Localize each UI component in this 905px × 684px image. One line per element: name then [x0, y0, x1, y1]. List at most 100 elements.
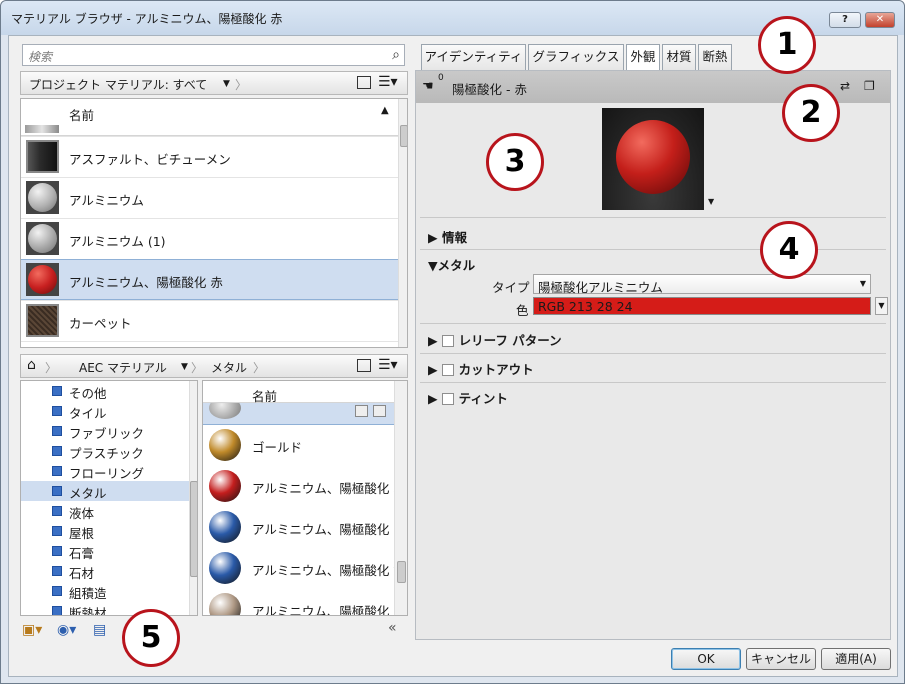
- color-label: 色: [516, 303, 529, 318]
- sort-ascending-icon[interactable]: ▲: [381, 105, 389, 116]
- aluminum-thumb: [26, 222, 59, 255]
- edit-icon[interactable]: [373, 405, 386, 417]
- list-item[interactable]: アルミニウム、陽極酸化 青: [203, 507, 406, 548]
- panel-view-icon[interactable]: [357, 359, 371, 372]
- cutout-checkbox[interactable]: [441, 364, 454, 376]
- category-icon: [52, 406, 62, 416]
- close-button[interactable]: ✕: [865, 12, 895, 28]
- scroll-thumb[interactable]: [400, 125, 407, 147]
- list-item-partial[interactable]: [21, 341, 398, 347]
- list-item[interactable]: アルミニウム、陽極酸化 赤: [21, 259, 398, 300]
- section-metal-header[interactable]: ▼メタル: [428, 255, 475, 274]
- section-relief-header[interactable]: ▶ レリーフ パターン: [428, 330, 562, 349]
- list-item[interactable]: アルミニウム、陽極酸化 銀: [203, 548, 406, 589]
- category-icon: [52, 606, 62, 615]
- tree-item[interactable]: ファブリック: [21, 421, 189, 441]
- tab-0[interactable]: アイデンティティ: [421, 44, 526, 70]
- callout-1: 1: [758, 16, 816, 74]
- chevron-down-icon[interactable]: ▼: [181, 362, 188, 372]
- material-list-scrollbar[interactable]: [394, 381, 407, 615]
- dialog-client-area: 検索 ⌕ プロジェクト マテリアル: すべて ▼ 〉 ☰▾ 名前 ▲ アスファル…: [8, 16, 898, 677]
- type-value: 陽極酸化アルミニウム: [538, 280, 663, 295]
- list-view-icon[interactable]: ☰▾: [378, 74, 398, 90]
- list-item[interactable]: アルミニウム、陽極酸化 フ: [203, 589, 406, 615]
- tree-item-label: 組積造: [69, 586, 107, 601]
- relief-checkbox[interactable]: [441, 335, 454, 347]
- list-item[interactable]: アルミニウム (1): [21, 218, 398, 259]
- list-item-label: アルミニウム、陽極酸化 青: [252, 522, 406, 537]
- replace-asset-icon[interactable]: ⇄: [840, 79, 850, 93]
- tree-item[interactable]: タイル: [21, 401, 189, 421]
- help-button[interactable]: ?: [829, 12, 861, 28]
- duplicate-asset-icon[interactable]: ❐: [864, 79, 875, 93]
- category-icon: [52, 426, 62, 436]
- cancel-button[interactable]: キャンセル: [746, 648, 816, 670]
- section-tint-header[interactable]: ▶ ティント: [428, 388, 508, 407]
- list-item[interactable]: ゴールド: [203, 425, 394, 466]
- home-icon[interactable]: ⌂: [27, 357, 36, 373]
- red-sphere-thumb: [26, 263, 59, 296]
- tree-item[interactable]: メタル: [21, 481, 189, 501]
- library-breadcrumb-metal[interactable]: メタル: [211, 359, 247, 376]
- chevron-down-icon: ▼: [859, 279, 866, 288]
- create-material-icon[interactable]: ◉▾: [57, 622, 76, 638]
- tree-item[interactable]: 石膏: [21, 541, 189, 561]
- tab-1[interactable]: グラフィックス: [528, 44, 624, 70]
- tab-2[interactable]: 外観: [626, 44, 660, 71]
- list-item[interactable]: カーペット: [21, 300, 398, 341]
- tree-item-label: フローリング: [69, 466, 145, 481]
- material-thumb: [209, 429, 241, 461]
- list-item[interactable]: アルミニウム: [21, 177, 398, 218]
- color-options-dropdown[interactable]: ▼: [875, 297, 888, 315]
- tree-item[interactable]: その他: [21, 381, 189, 401]
- library-breadcrumb-aec[interactable]: AEC マテリアル: [79, 359, 167, 376]
- tree-item-label: 断熱材: [69, 606, 107, 616]
- list-item-partial[interactable]: [203, 397, 394, 425]
- preview-options-dropdown-icon[interactable]: ▼: [708, 197, 714, 206]
- partial-thumb: [25, 125, 59, 133]
- tree-item-label: 石材: [69, 566, 95, 581]
- open-library-icon[interactable]: ▣▾: [22, 622, 42, 638]
- search-input[interactable]: 検索 ⌕: [22, 44, 405, 66]
- tree-scrollbar[interactable]: [189, 381, 197, 615]
- asset-usage-count: 0: [438, 73, 444, 83]
- tree-item[interactable]: プラスチック: [21, 441, 189, 461]
- chevron-down-icon[interactable]: ▼: [223, 79, 230, 89]
- expand-arrow-icon: ▶: [428, 230, 442, 245]
- scroll-thumb[interactable]: [397, 561, 406, 583]
- asphalt-thumb-shape: [28, 142, 57, 171]
- breadcrumb-separator-icon: 〉: [235, 78, 248, 92]
- color-swatch-field[interactable]: RGB 213 28 24: [533, 297, 871, 315]
- list-item[interactable]: アルミニウム、陽極酸化 赤: [203, 466, 406, 507]
- list-item[interactable]: アスファルト、ビチューメン: [21, 136, 398, 177]
- collapse-panel-icon[interactable]: «: [388, 620, 397, 636]
- ok-button[interactable]: OK: [671, 648, 741, 670]
- project-list-scrollbar[interactable]: [398, 99, 407, 347]
- tab-4[interactable]: 断熱: [698, 44, 732, 70]
- search-icon[interactable]: ⌕: [392, 47, 400, 63]
- type-dropdown[interactable]: 陽極酸化アルミニウム ▼: [533, 274, 871, 295]
- section-info-header[interactable]: ▶ 情報: [428, 227, 467, 246]
- carpet-thumb: [26, 304, 59, 337]
- list-item-label: アルミニウム: [69, 193, 144, 208]
- material-editor-icon[interactable]: ▤: [93, 622, 106, 638]
- scroll-thumb[interactable]: [190, 481, 197, 577]
- tree-item-label: メタル: [69, 486, 107, 501]
- tree-item[interactable]: 液体: [21, 501, 189, 521]
- tree-item[interactable]: 組積造: [21, 581, 189, 601]
- list-view-icon[interactable]: ☰▾: [378, 357, 398, 373]
- column-header-name[interactable]: 名前: [69, 105, 94, 124]
- tree-item[interactable]: フローリング: [21, 461, 189, 481]
- section-cutout-header[interactable]: ▶ カットアウト: [428, 359, 534, 378]
- tab-3[interactable]: 材質: [662, 44, 696, 70]
- red-sphere-thumb-shape: [28, 265, 57, 294]
- column-header-name[interactable]: 名前: [252, 386, 277, 405]
- tree-item[interactable]: 屋根: [21, 521, 189, 541]
- lock-icon[interactable]: [355, 405, 368, 417]
- tint-checkbox[interactable]: [441, 393, 454, 405]
- panel-view-icon[interactable]: [357, 76, 371, 89]
- project-filter-dropdown[interactable]: プロジェクト マテリアル: すべて: [29, 76, 207, 93]
- apply-button[interactable]: 適用(A): [821, 648, 891, 670]
- category-icon: [52, 486, 62, 496]
- tree-item[interactable]: 石材: [21, 561, 189, 581]
